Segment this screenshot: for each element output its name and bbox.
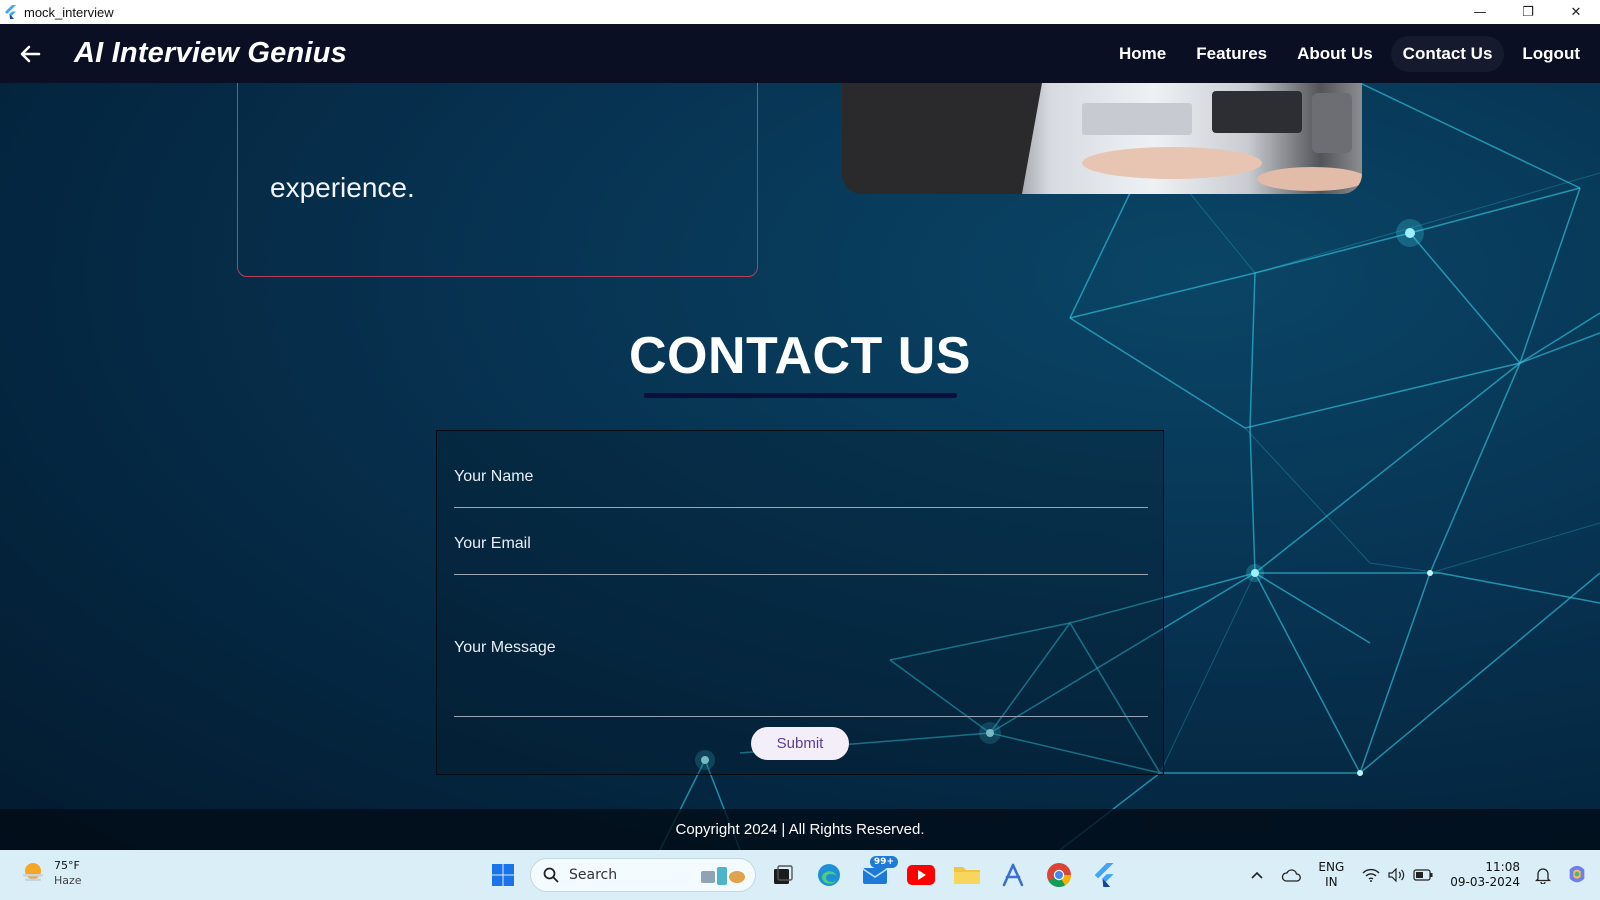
interview-photo bbox=[842, 83, 1362, 194]
window-title: mock_interview bbox=[24, 4, 114, 20]
speaker-icon bbox=[1388, 868, 1405, 882]
youtube-icon bbox=[907, 865, 935, 885]
flutter-app-taskbar[interactable] bbox=[1086, 856, 1124, 894]
top-nav: Home Features About Us Contact Us Logout bbox=[1107, 35, 1592, 72]
task-view-icon bbox=[774, 865, 793, 884]
language-indicator[interactable]: ENG IN bbox=[1318, 860, 1344, 890]
system-tray: ENG IN 11:08 09-03-2024 bbox=[1244, 850, 1600, 900]
experience-text: experience. bbox=[270, 172, 415, 203]
haze-sun-icon bbox=[23, 863, 43, 881]
copilot-icon bbox=[1569, 865, 1585, 883]
windows-logo-icon bbox=[492, 864, 514, 886]
flutter-app-icon bbox=[5, 5, 16, 19]
taskbar-apps: Search 99+ bbox=[484, 856, 1124, 894]
nav-logout[interactable]: Logout bbox=[1510, 36, 1592, 72]
back-button[interactable] bbox=[16, 40, 44, 68]
contact-title: CONTACT US bbox=[628, 327, 971, 385]
folder-icon bbox=[954, 867, 980, 884]
minimize-button[interactable]: — bbox=[1456, 0, 1504, 24]
weather-temp: 75°F bbox=[54, 859, 80, 872]
message-field[interactable]: Your Message bbox=[454, 591, 1148, 717]
name-field-label: Your Name bbox=[454, 468, 534, 485]
footer: Copyright 2024 | All Rights Reserved. bbox=[0, 809, 1600, 850]
clock[interactable]: 11:08 09-03-2024 bbox=[1450, 860, 1520, 890]
window-titlebar: mock_interview — ❐ ✕ bbox=[0, 0, 1600, 24]
battery-icon bbox=[1413, 869, 1433, 881]
typing-hands-illustration bbox=[842, 83, 1362, 194]
flutter-icon bbox=[1094, 863, 1114, 887]
weather-condition: Haze bbox=[54, 874, 82, 887]
edge-app[interactable] bbox=[810, 856, 848, 894]
taskbar: 75°F Haze Search 99+ ENG IN 11:08 09-03-… bbox=[0, 850, 1600, 900]
mail-badge: 99+ bbox=[869, 856, 898, 868]
app-store-icon bbox=[1002, 863, 1024, 887]
wifi-tray[interactable] bbox=[1360, 864, 1382, 886]
cloud-icon bbox=[1282, 869, 1302, 882]
copyright-text: Copyright 2024 | All Rights Reserved. bbox=[675, 821, 925, 838]
file-explorer-app[interactable] bbox=[948, 856, 986, 894]
clock-date: 09-03-2024 bbox=[1450, 875, 1520, 889]
clock-time: 11:08 bbox=[1485, 860, 1520, 874]
youtube-app[interactable] bbox=[902, 856, 940, 894]
app-bar: AI Interview Genius Home Features About … bbox=[0, 24, 1600, 83]
chrome-icon bbox=[1047, 863, 1071, 888]
copilot-tray[interactable] bbox=[1566, 864, 1588, 886]
app-title: AI Interview Genius bbox=[74, 37, 347, 69]
search-icon bbox=[543, 867, 559, 883]
nav-contact-us[interactable]: Contact Us bbox=[1390, 35, 1505, 72]
nav-home[interactable]: Home bbox=[1107, 36, 1178, 72]
search-highlight-icon bbox=[701, 867, 745, 885]
email-field-label: Your Email bbox=[454, 535, 531, 552]
back-arrow-icon bbox=[20, 45, 41, 62]
bell-icon bbox=[1535, 868, 1551, 884]
search-label: Search bbox=[569, 867, 618, 883]
onedrive-tray[interactable] bbox=[1280, 864, 1302, 886]
show-hidden-icons[interactable] bbox=[1246, 864, 1268, 886]
battery-tray[interactable] bbox=[1412, 864, 1434, 886]
chrome-app[interactable] bbox=[1040, 856, 1078, 894]
start-button[interactable] bbox=[484, 856, 522, 894]
nav-about-us[interactable]: About Us bbox=[1285, 36, 1385, 72]
name-field[interactable]: Your Name bbox=[454, 459, 1148, 508]
window-controls: — ❐ ✕ bbox=[1456, 0, 1600, 24]
taskbar-search[interactable]: Search bbox=[530, 858, 756, 892]
submit-button[interactable]: Submit bbox=[751, 727, 849, 760]
email-field[interactable]: Your Email bbox=[454, 525, 1148, 575]
store-app[interactable] bbox=[994, 856, 1032, 894]
message-field-label: Your Message bbox=[454, 639, 556, 656]
restore-button[interactable]: ❐ bbox=[1504, 0, 1552, 24]
task-view-button[interactable] bbox=[764, 856, 802, 894]
contact-form: Your Name Your Email Your Message Submit bbox=[436, 430, 1164, 775]
edge-browser-icon bbox=[818, 864, 840, 886]
experience-card: experience. bbox=[237, 83, 758, 277]
page-content[interactable]: experience. CONTACT US Your Name Your Em… bbox=[0, 83, 1600, 850]
nav-features[interactable]: Features bbox=[1184, 36, 1279, 72]
notifications-tray[interactable] bbox=[1532, 864, 1554, 886]
wifi-icon bbox=[1362, 868, 1380, 882]
title-underline bbox=[644, 393, 957, 398]
mail-app[interactable]: 99+ bbox=[856, 856, 898, 894]
chevron-up-icon bbox=[1251, 871, 1263, 879]
lang-secondary: IN bbox=[1325, 875, 1338, 889]
lang-primary: ENG bbox=[1318, 860, 1345, 874]
weather-widget[interactable]: 75°F Haze bbox=[20, 858, 82, 888]
close-button[interactable]: ✕ bbox=[1552, 0, 1600, 24]
volume-tray[interactable] bbox=[1386, 864, 1408, 886]
